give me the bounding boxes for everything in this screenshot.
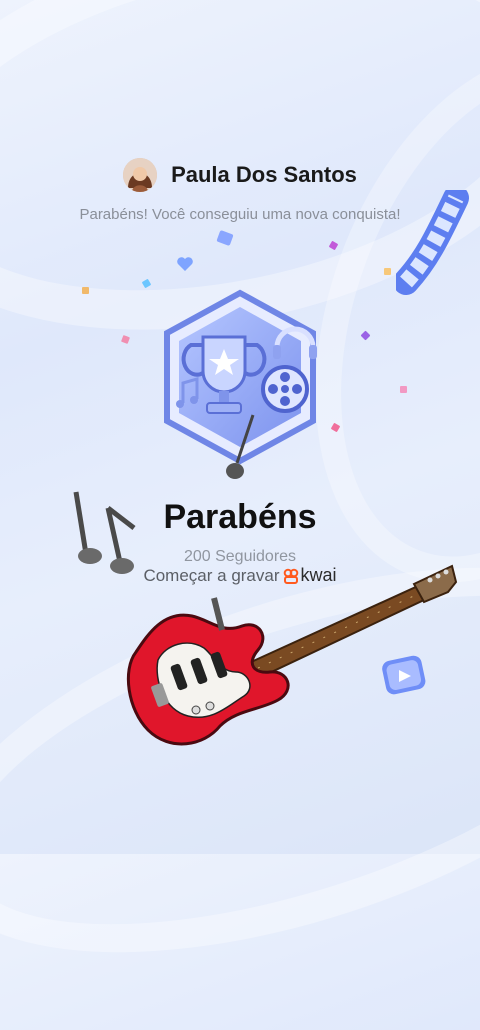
confetti xyxy=(216,229,234,247)
film-strip-icon xyxy=(396,190,469,295)
confetti xyxy=(121,335,130,344)
confetti xyxy=(384,268,391,275)
avatar[interactable] xyxy=(123,158,158,192)
play-button-icon xyxy=(382,655,426,695)
user-header: Paula Dos Santos xyxy=(0,158,480,192)
heart-icon xyxy=(177,257,193,271)
confetti xyxy=(82,287,89,294)
confetti xyxy=(360,330,371,341)
trophy-film-badge-icon xyxy=(164,289,317,479)
achievement-title: Parabéns xyxy=(163,498,317,536)
confetti xyxy=(328,240,339,251)
confetti xyxy=(400,386,407,393)
username: Paula Dos Santos xyxy=(171,162,357,187)
